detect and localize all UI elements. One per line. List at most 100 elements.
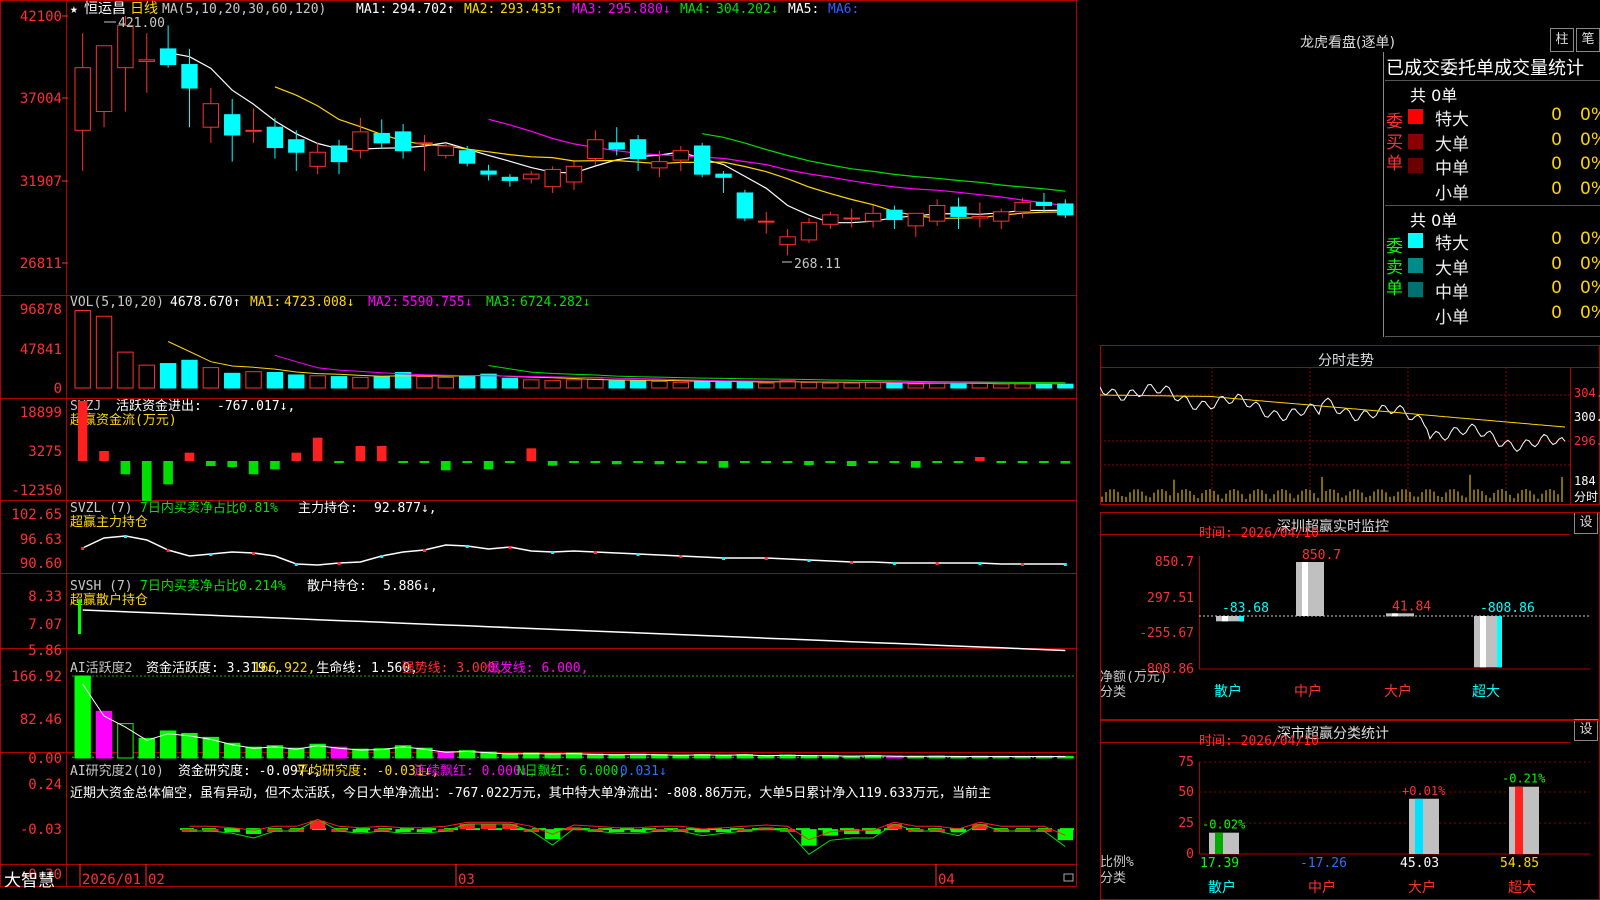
classify-value-label: 17.39 xyxy=(1200,856,1239,871)
buy-order-color-swatch xyxy=(1408,182,1423,198)
monitor-bar-highlight xyxy=(1302,562,1308,616)
capital-flow-bar xyxy=(441,461,451,471)
classify-category: 超大 xyxy=(1508,880,1536,896)
period-label: 日线 xyxy=(130,1,158,17)
volume-bar xyxy=(928,382,946,389)
candle xyxy=(245,129,262,132)
capital-flow-bar xyxy=(1060,461,1071,464)
main-force-marker xyxy=(722,557,726,560)
classify-value-label: 45.03 xyxy=(1400,856,1439,871)
sell-order-count: 0 xyxy=(1551,278,1562,298)
tick-view-button[interactable]: 笔 xyxy=(1576,28,1600,52)
research-bar xyxy=(694,829,710,833)
volume-bar xyxy=(587,378,604,389)
retail-bar xyxy=(78,600,81,634)
capital-flow-bar xyxy=(483,461,494,470)
candle xyxy=(523,173,540,180)
capital-flow-bar xyxy=(697,461,707,464)
buy-order-row: 大单 0 0% xyxy=(1408,130,1600,155)
capital-flow-bar xyxy=(419,461,430,463)
classify-value-label: -17.26 xyxy=(1300,856,1347,871)
monitor-date: 时间: 2026/04/10 xyxy=(1199,526,1319,541)
monitor-bar-edge xyxy=(1239,616,1244,622)
candle xyxy=(587,139,604,160)
volume-bar xyxy=(950,383,967,389)
date-label: 04 xyxy=(938,872,955,888)
sell-order-color-swatch xyxy=(1408,282,1423,297)
svzl-desc: 7日内买卖净占比0.81% xyxy=(140,500,278,516)
vol-axis-tick: 47841 xyxy=(20,342,62,358)
buy-order-category: 特大 xyxy=(1435,110,1469,130)
buy-total: 共 0单 xyxy=(1410,86,1458,105)
main-force-marker xyxy=(209,553,213,556)
sell-order-color-swatch xyxy=(1408,257,1423,273)
volume-bar xyxy=(715,381,732,389)
capital-flow-bar xyxy=(740,461,750,463)
volume-bar xyxy=(629,380,647,389)
intraday-price-label: 296.8 xyxy=(1574,434,1600,448)
research-bar xyxy=(715,829,732,833)
buy-order-color-swatch xyxy=(1408,158,1423,173)
candle xyxy=(950,206,967,217)
ai2-commentary: 近期大资金总体偏空，虽有异动，但不太活跃，今日大单净流出：-767.022万元，… xyxy=(70,785,991,801)
longhu-title: 龙虎看盘(逐单) xyxy=(1300,35,1395,51)
classify-y-tick: 0 xyxy=(1186,847,1194,862)
capital-flow-bar xyxy=(676,461,686,463)
candle xyxy=(971,215,989,219)
candle xyxy=(74,67,91,131)
main-force-marker xyxy=(978,562,982,565)
svzl-subtitle: 超赢主力持仓 xyxy=(70,514,148,530)
intraday-chart[interactable]: 304. 300. 296.8 184 分时 xyxy=(1100,345,1600,505)
svsh-desc2: 散户持仓: xyxy=(307,578,367,594)
candle xyxy=(779,236,796,246)
research-bar xyxy=(822,829,839,836)
stock-chart-area[interactable]: 42100 37004 31907 26811 ★ 恒运昌 日线 MA(5,10,20,30,… xyxy=(0,0,1100,900)
svsh-axis-tick: 8.33 xyxy=(28,589,62,605)
classify-date: 时间: 2026/04/10 xyxy=(1199,734,1319,749)
classify-change-label: +0.01% xyxy=(1402,784,1446,798)
capital-flow-bar xyxy=(184,452,195,461)
candle xyxy=(907,212,924,227)
column-view-button[interactable]: 柱 xyxy=(1550,28,1574,52)
classify-change-label: -0.02% xyxy=(1202,818,1246,832)
candle xyxy=(117,24,134,69)
volume-bar xyxy=(202,367,220,389)
monitor-y-tick: 297.51 xyxy=(1147,591,1194,606)
main-force-marker xyxy=(123,535,127,538)
capital-flow-bar xyxy=(312,437,323,461)
price-axis-tick: 42100 xyxy=(20,9,62,25)
ma-value-2: 293.435↑ xyxy=(500,2,563,17)
volume-bar xyxy=(138,364,155,389)
sell-order-percent: 0% xyxy=(1580,278,1600,298)
candle xyxy=(202,103,220,128)
vol-ma-label: MA1: xyxy=(250,295,281,310)
buy-order-percent: 0% xyxy=(1580,154,1600,174)
svzj-axis-tick: -12350 xyxy=(11,483,62,499)
vol-ma-label: MA3: xyxy=(486,295,517,310)
buy-order-count: 0 xyxy=(1551,178,1562,199)
volume-bar xyxy=(907,383,924,389)
capital-flow-bar xyxy=(291,452,302,461)
capital-flow-bar xyxy=(1017,461,1028,463)
candle xyxy=(544,168,561,188)
svsh-desc: 7日内买卖净占比0.214% xyxy=(140,578,286,594)
lock-icon xyxy=(1063,873,1074,882)
retail-line xyxy=(82,609,1066,652)
buy-order-row: 小单 0 0% xyxy=(1408,178,1600,204)
sell-order-color-swatch xyxy=(1408,306,1423,322)
sell-order-category: 大单 xyxy=(1435,258,1469,279)
volume-bar xyxy=(736,380,754,389)
monitor-value-label: 41.84 xyxy=(1392,599,1431,614)
candle xyxy=(352,131,369,152)
monitor-category: 中户 xyxy=(1294,683,1322,700)
divider xyxy=(1385,205,1600,206)
classify-change-label: -0.21% xyxy=(1502,772,1546,786)
volume-bar xyxy=(800,381,818,389)
svzl-desc2: 主力持仓: xyxy=(298,501,358,516)
main-force-marker xyxy=(679,555,683,558)
candle xyxy=(95,45,113,113)
buy-order-count: 0 xyxy=(1551,154,1562,174)
order-stats-title: 已成交委托单成交量统计 xyxy=(1386,58,1584,79)
capital-flow-bar xyxy=(590,461,601,463)
sell-orders-label: 委卖单 xyxy=(1386,237,1403,299)
